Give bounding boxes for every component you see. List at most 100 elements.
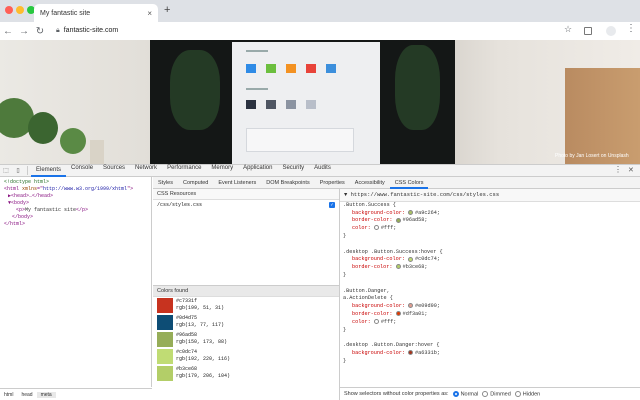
back-icon[interactable]: ← (0, 26, 16, 37)
screen-panel (246, 128, 354, 152)
dom-node[interactable]: </html> (0, 221, 151, 228)
browser-menu-icon[interactable]: ⋮ (626, 23, 636, 34)
css-value: #df3a01; (402, 310, 428, 317)
subtab-properties[interactable]: Properties (315, 177, 350, 189)
subtab-styles[interactable]: Styles (153, 177, 178, 189)
color-dot-icon[interactable] (408, 303, 414, 309)
color-dot-icon[interactable] (408, 209, 414, 215)
dom-token: My fantastic site (25, 207, 77, 213)
color-dot-icon[interactable] (395, 217, 401, 223)
tab-security[interactable]: Security (277, 165, 309, 177)
close-window-button[interactable] (5, 6, 13, 14)
profile-avatar[interactable] (606, 26, 616, 36)
minimize-window-button[interactable] (16, 6, 24, 14)
color-rgb: rgb(150, 173, 88) (176, 338, 228, 345)
color-rgb: rgb(199, 51, 31) (176, 304, 225, 311)
color-dot-icon[interactable] (408, 256, 414, 262)
code-line: .desktop .Button.Danger:hover { (340, 342, 640, 350)
dom-node[interactable]: <html xmlns="http://www.w3.org/1999/xhtm… (0, 186, 151, 193)
color-dot-icon[interactable] (395, 264, 401, 270)
checkbox-icon[interactable]: ✓ (329, 202, 335, 208)
code-line: } (340, 327, 640, 335)
color-dot-icon[interactable] (408, 350, 414, 356)
extension-icon[interactable] (584, 27, 592, 35)
tab-sources[interactable]: Sources (98, 165, 130, 177)
subtab-computed[interactable]: Computed (178, 177, 213, 189)
stylesheet-url[interactable]: ▼ https://www.fantastic-site.com/css/sty… (340, 189, 640, 202)
dom-node[interactable]: <p>My fantastic site</p> (0, 207, 151, 214)
css-selector: } (343, 271, 347, 278)
tab-elements[interactable]: Elements (31, 165, 67, 177)
dom-token: xmlns (22, 186, 38, 192)
css-resources-pane: CSS Resources /css/styles.css ✓ (153, 189, 340, 285)
tab-application[interactable]: Application (238, 165, 277, 177)
tab-memory[interactable]: Memory (206, 165, 238, 177)
color-dot-icon[interactable] (373, 225, 379, 231)
css-property: color: (352, 318, 371, 325)
css-selector: .Button.Danger, (343, 287, 390, 294)
breadcrumb-item[interactable]: meta (36, 391, 56, 398)
color-row[interactable]: #96ad58 rgb(150, 173, 88) (153, 332, 339, 348)
browser-tab[interactable]: My fantastic site × (34, 4, 158, 22)
color-row[interactable]: #c0dc74 rgb(192, 220, 116) (153, 349, 339, 365)
code-line: background-color: #e09d90; (340, 303, 640, 311)
color-swatch[interactable] (157, 349, 173, 364)
css-resource-row[interactable]: /css/styles.css ✓ (153, 200, 339, 210)
radio-label-dimmed: Dimmed (490, 391, 511, 398)
close-devtools-icon[interactable]: ✕ (628, 166, 634, 174)
dom-node[interactable]: <!doctype html> (0, 179, 151, 186)
breadcrumb-item[interactable]: html (0, 392, 17, 398)
more-options-icon[interactable]: ⋮ (614, 165, 622, 174)
css-selector: } (343, 232, 347, 239)
radio-group: Normal Dimmed Hidden (449, 390, 541, 398)
color-swatch[interactable] (157, 366, 173, 381)
close-tab-icon[interactable]: × (147, 9, 152, 18)
tab-performance[interactable]: Performance (162, 165, 206, 177)
color-swatch (246, 100, 256, 109)
address-bar[interactable]: 🔒︎ fantastic-site.com (56, 27, 118, 35)
tab-network[interactable]: Network (130, 165, 162, 177)
subtab-event-listeners[interactable]: Event Listeners (213, 177, 261, 189)
breadcrumb: html head meta (0, 388, 152, 400)
color-values: #0d4d75 rgb(13, 77, 117) (176, 315, 224, 328)
url-text: fantastic-site.com (63, 27, 119, 34)
tab-console[interactable]: Console (66, 165, 98, 177)
reload-icon[interactable]: ↻ (32, 26, 48, 37)
css-property: background-color: (352, 209, 405, 216)
subtab-css-colors[interactable]: CSS Colors (389, 177, 429, 189)
color-swatch[interactable] (157, 332, 173, 347)
color-swatch[interactable] (157, 298, 173, 313)
css-selector: .Button.Success { (343, 201, 396, 208)
color-swatch (286, 100, 296, 109)
new-tab-button[interactable]: + (164, 4, 170, 16)
forward-icon[interactable]: → (16, 26, 32, 37)
radio-normal[interactable] (452, 390, 459, 397)
radio-label-hidden: Hidden (522, 391, 541, 398)
radio-dimmed[interactable] (482, 390, 489, 397)
color-swatch[interactable] (157, 315, 173, 330)
color-row[interactable]: #c7331f rgb(199, 51, 31) (153, 298, 339, 314)
inspect-element-icon[interactable]: ⬚ (0, 167, 12, 174)
color-values: #96ad58 rgb(150, 173, 88) (176, 332, 227, 345)
color-swatch (306, 100, 316, 109)
screen-heading (246, 88, 268, 90)
plant-reflection (170, 50, 220, 130)
color-row[interactable]: #0d4d75 rgb(13, 77, 117) (153, 315, 339, 331)
tab-audits[interactable]: Audits (309, 165, 336, 177)
css-value: #e09d90; (415, 303, 440, 310)
subtab-dom-breakpoints[interactable]: DOM Breakpoints (261, 177, 314, 189)
color-dot-icon[interactable] (395, 311, 401, 317)
dom-node[interactable]: ▶<head>…</head> (0, 193, 151, 200)
color-dot-icon[interactable] (373, 318, 379, 324)
color-row[interactable]: #b3ce68 rgb(179, 206, 104) (153, 366, 339, 382)
bookmark-star-icon[interactable]: ☆ (564, 24, 572, 35)
dom-node[interactable]: ▼<body> (0, 200, 151, 207)
code-line: background-color: #a6331b; (340, 350, 640, 358)
dom-node[interactable]: </body> (0, 214, 151, 221)
radio-hidden[interactable] (514, 390, 521, 397)
subtab-accessibility[interactable]: Accessibility (350, 177, 390, 189)
breadcrumb-item[interactable]: head (17, 392, 36, 398)
device-toolbar-icon[interactable]: ▯ (12, 167, 24, 174)
sidebar-tabs: Styles Computed Event Listeners DOM Breakpo… (153, 177, 640, 189)
